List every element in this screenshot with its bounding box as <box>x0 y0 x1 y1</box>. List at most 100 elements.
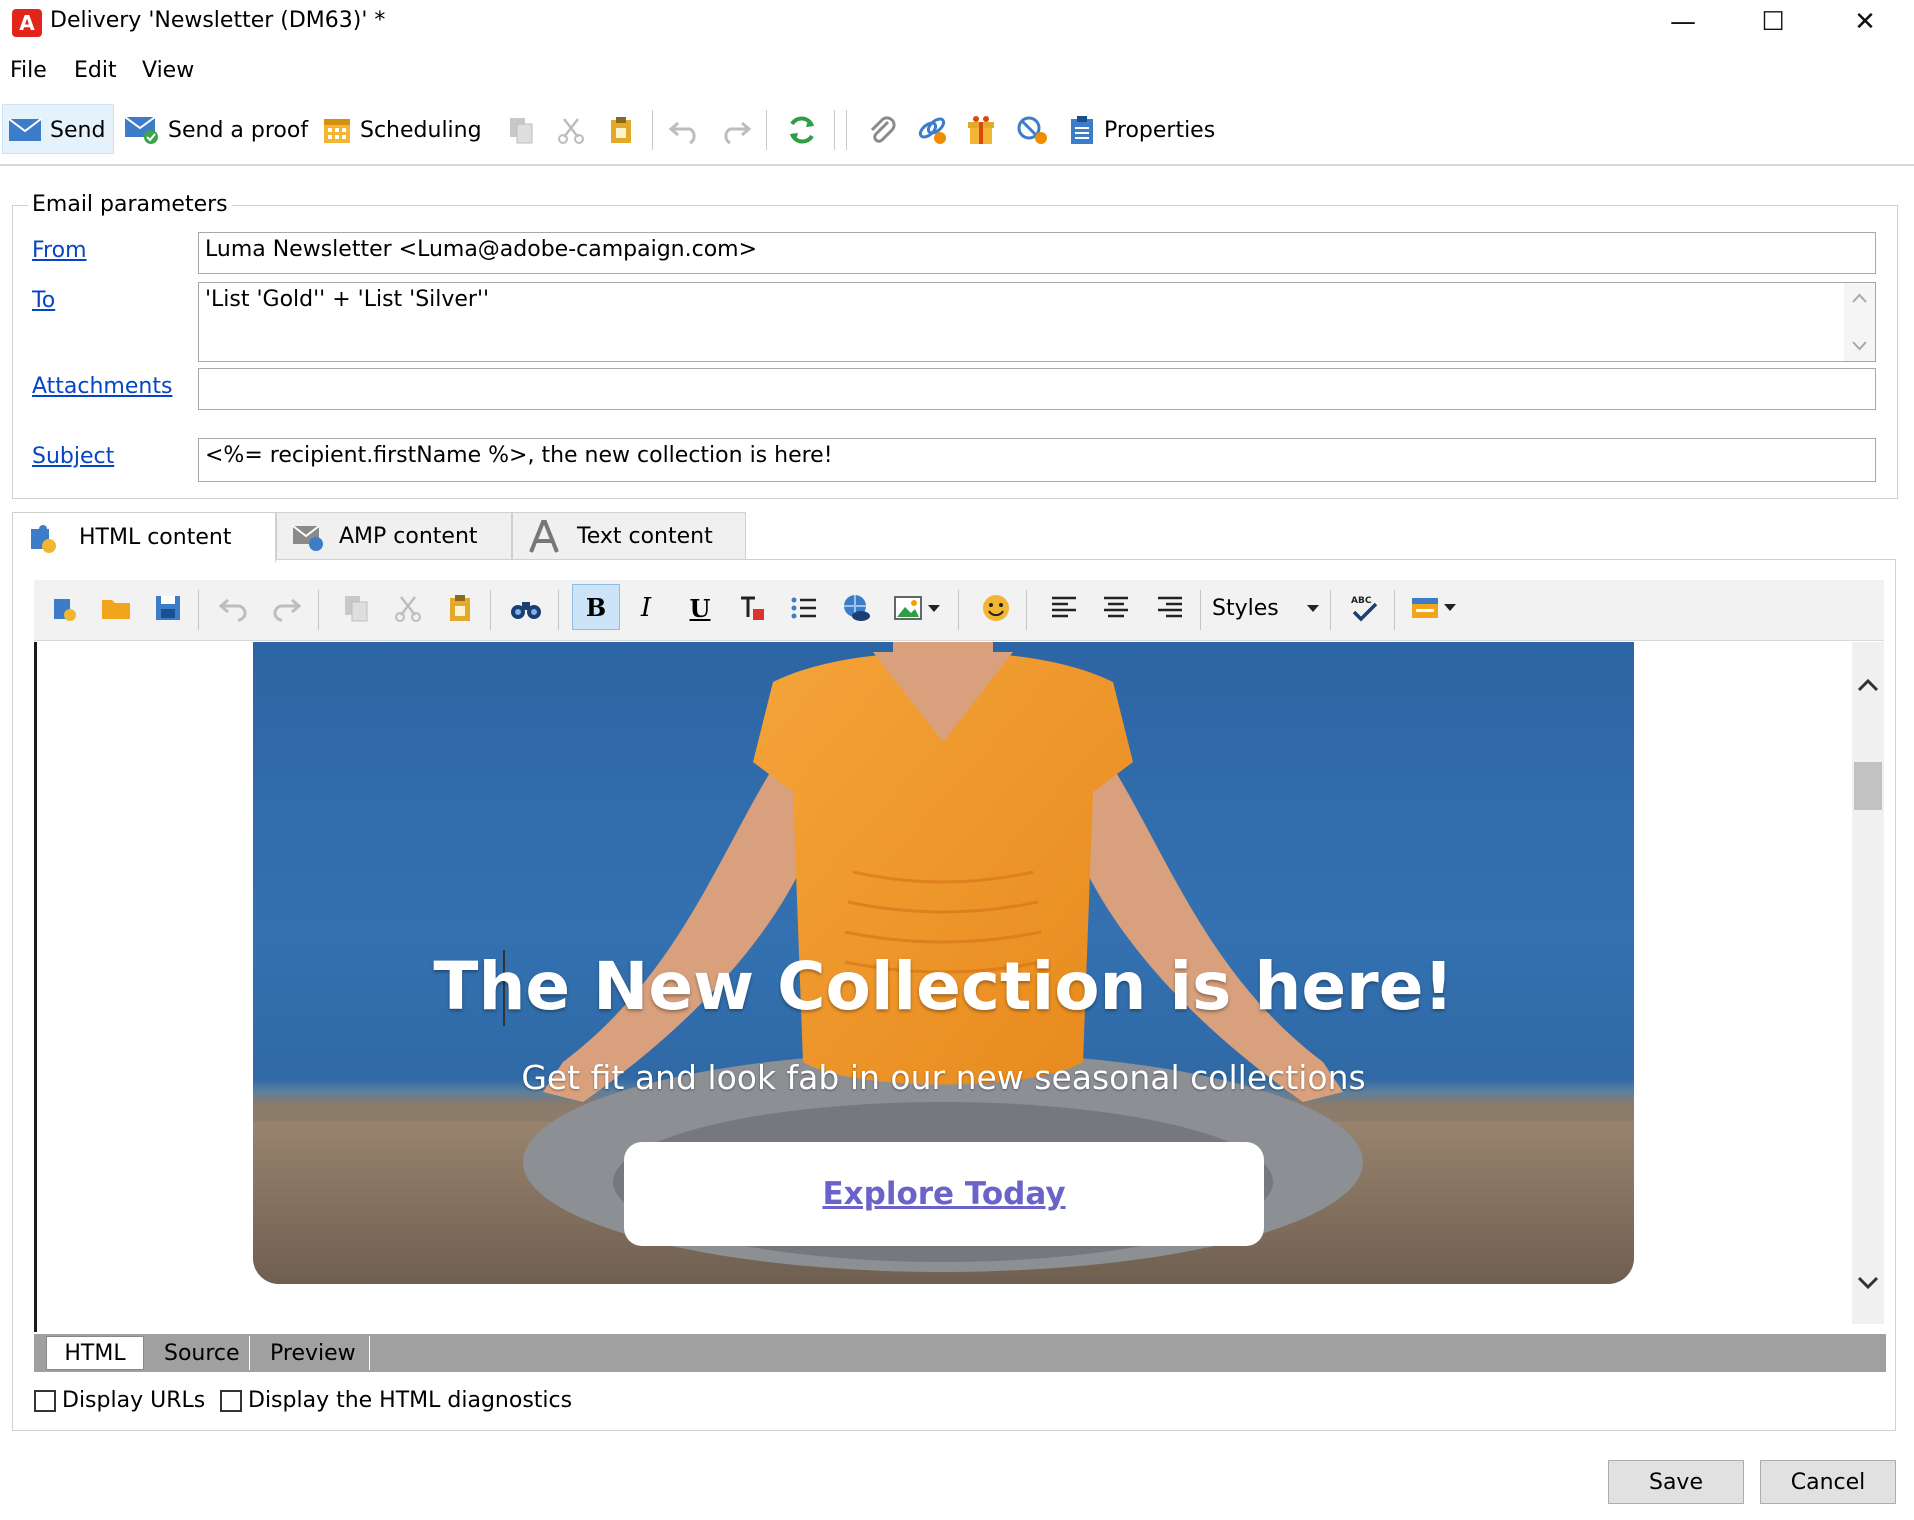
chevron-up-icon <box>1857 678 1879 692</box>
scheduling-button[interactable]: Scheduling <box>322 107 482 153</box>
hero-subtitle[interactable]: Get fit and look fab in our new seasonal… <box>253 1058 1634 1097</box>
menu-edit[interactable]: Edit <box>74 58 117 83</box>
editor-redo-button[interactable] <box>266 588 306 628</box>
send-button[interactable]: Send <box>8 107 105 153</box>
cancel-button[interactable]: Cancel <box>1760 1460 1896 1504</box>
links-button[interactable] <box>916 107 958 153</box>
minimize-button[interactable]: — <box>1638 0 1728 46</box>
calendar-icon <box>324 119 350 143</box>
display-urls-checkbox[interactable] <box>34 1389 56 1412</box>
tab-amp-content[interactable]: AMP content <box>276 512 512 560</box>
insert-image-dropdown[interactable] <box>922 588 946 628</box>
editor-copy-button[interactable] <box>336 588 376 628</box>
paste-button[interactable] <box>606 107 644 153</box>
cta-button[interactable]: Explore Today <box>624 1142 1264 1246</box>
emoji-button[interactable] <box>976 588 1016 628</box>
from-field[interactable]: Luma Newsletter <Luma@adobe-campaign.com… <box>198 232 1876 274</box>
open-button[interactable] <box>96 588 136 628</box>
tab-amp-content-label: AMP content <box>339 524 478 549</box>
properties-icon <box>1071 116 1093 144</box>
menu-file[interactable]: File <box>10 58 47 83</box>
scissors-icon <box>395 596 421 622</box>
bullet-list-icon <box>791 597 816 619</box>
align-center-icon <box>1104 596 1128 618</box>
close-button[interactable]: ✕ <box>1820 0 1910 46</box>
redo-icon <box>273 598 302 622</box>
display-urls-option[interactable]: Display URLs <box>34 1388 205 1413</box>
editor-cut-button[interactable] <box>388 588 428 628</box>
scrollbar-thumb[interactable] <box>1854 762 1882 810</box>
editor-separator <box>490 590 491 630</box>
italic-button[interactable]: I <box>626 588 666 628</box>
save-document-button[interactable] <box>148 588 188 628</box>
align-right-button[interactable] <box>1150 588 1190 628</box>
underline-button[interactable]: U <box>680 588 720 628</box>
editor-separator <box>1330 590 1331 630</box>
bold-icon: B <box>585 592 607 622</box>
envelope-check-icon <box>124 116 158 144</box>
underline-icon: U <box>689 593 711 623</box>
cut-button[interactable] <box>556 107 594 153</box>
refresh-button[interactable] <box>786 107 826 153</box>
personalization-dropdown[interactable] <box>1406 588 1462 628</box>
tab-source-mode[interactable]: Source <box>150 1336 250 1370</box>
tab-preview-mode[interactable]: Preview <box>256 1336 370 1370</box>
adobe-logo-icon: A <box>12 9 42 37</box>
send-proof-label: Send a proof <box>168 117 309 143</box>
undo-icon <box>218 598 247 622</box>
cta-link[interactable]: Explore Today <box>822 1176 1065 1212</box>
copy-button[interactable] <box>506 107 544 153</box>
insert-link-button[interactable] <box>836 588 876 628</box>
attachments-link[interactable]: Attachments <box>32 374 172 399</box>
subject-link[interactable]: Subject <box>32 444 114 469</box>
from-link[interactable]: From <box>32 238 87 263</box>
refresh-icon <box>790 116 814 144</box>
to-field-scrollbar[interactable] <box>1844 283 1875 361</box>
tab-text-content[interactable]: Text content <box>512 512 746 560</box>
attachments-field[interactable] <box>198 368 1876 410</box>
toolbar-separator <box>652 110 653 150</box>
copy-icon <box>510 118 533 144</box>
editor-separator <box>1200 590 1201 630</box>
scroll-down-button[interactable] <box>1852 1266 1884 1300</box>
display-diagnostics-checkbox[interactable] <box>220 1389 242 1412</box>
menu-view[interactable]: View <box>142 58 194 83</box>
editor-paste-button[interactable] <box>440 588 480 628</box>
tab-html-mode[interactable]: HTML <box>46 1336 144 1370</box>
text-color-icon <box>741 596 764 620</box>
bullet-list-button[interactable] <box>784 588 824 628</box>
bold-button[interactable]: B <box>572 584 620 630</box>
send-proof-button[interactable]: Send a proof <box>124 107 308 153</box>
editor-vertical-scrollbar[interactable] <box>1852 642 1884 1324</box>
new-document-button[interactable] <box>44 588 84 628</box>
blocked-link-icon <box>1017 116 1047 144</box>
offer-button[interactable] <box>966 107 1004 153</box>
properties-button[interactable]: Properties <box>1068 107 1215 153</box>
unsubscribe-link-button[interactable] <box>1016 107 1058 153</box>
subject-field[interactable]: <%= recipient.firstName %>, the new coll… <box>198 438 1876 482</box>
styles-dropdown[interactable]: Styles <box>1212 588 1326 628</box>
align-center-button[interactable] <box>1096 588 1136 628</box>
scroll-up-button[interactable] <box>1852 668 1884 702</box>
editor-undo-button[interactable] <box>214 588 254 628</box>
spell-check-button[interactable]: ABC <box>1344 588 1384 628</box>
hero-title[interactable]: The New Collection is here! <box>253 948 1634 1025</box>
svg-text:ABC: ABC <box>1351 596 1372 606</box>
italic-icon: I <box>640 593 652 623</box>
text-color-button[interactable] <box>732 588 772 628</box>
save-button[interactable]: Save <box>1608 1460 1744 1504</box>
display-diagnostics-option[interactable]: Display the HTML diagnostics <box>220 1388 572 1413</box>
align-left-button[interactable] <box>1044 588 1084 628</box>
globe-link-icon <box>844 595 870 621</box>
redo-button[interactable] <box>718 107 760 153</box>
undo-button[interactable] <box>668 107 710 153</box>
find-button[interactable] <box>506 588 546 628</box>
tab-html-content[interactable]: HTML content <box>12 512 276 562</box>
maximize-button[interactable]: ☐ <box>1728 0 1818 46</box>
personalization-icon <box>1412 598 1456 618</box>
undo-icon <box>668 121 696 145</box>
to-field[interactable]: 'List 'Gold'' + 'List 'Silver'' <box>198 282 1876 362</box>
attach-button[interactable] <box>866 107 906 153</box>
toolbar-separator <box>846 110 847 150</box>
to-link[interactable]: To <box>32 288 55 313</box>
